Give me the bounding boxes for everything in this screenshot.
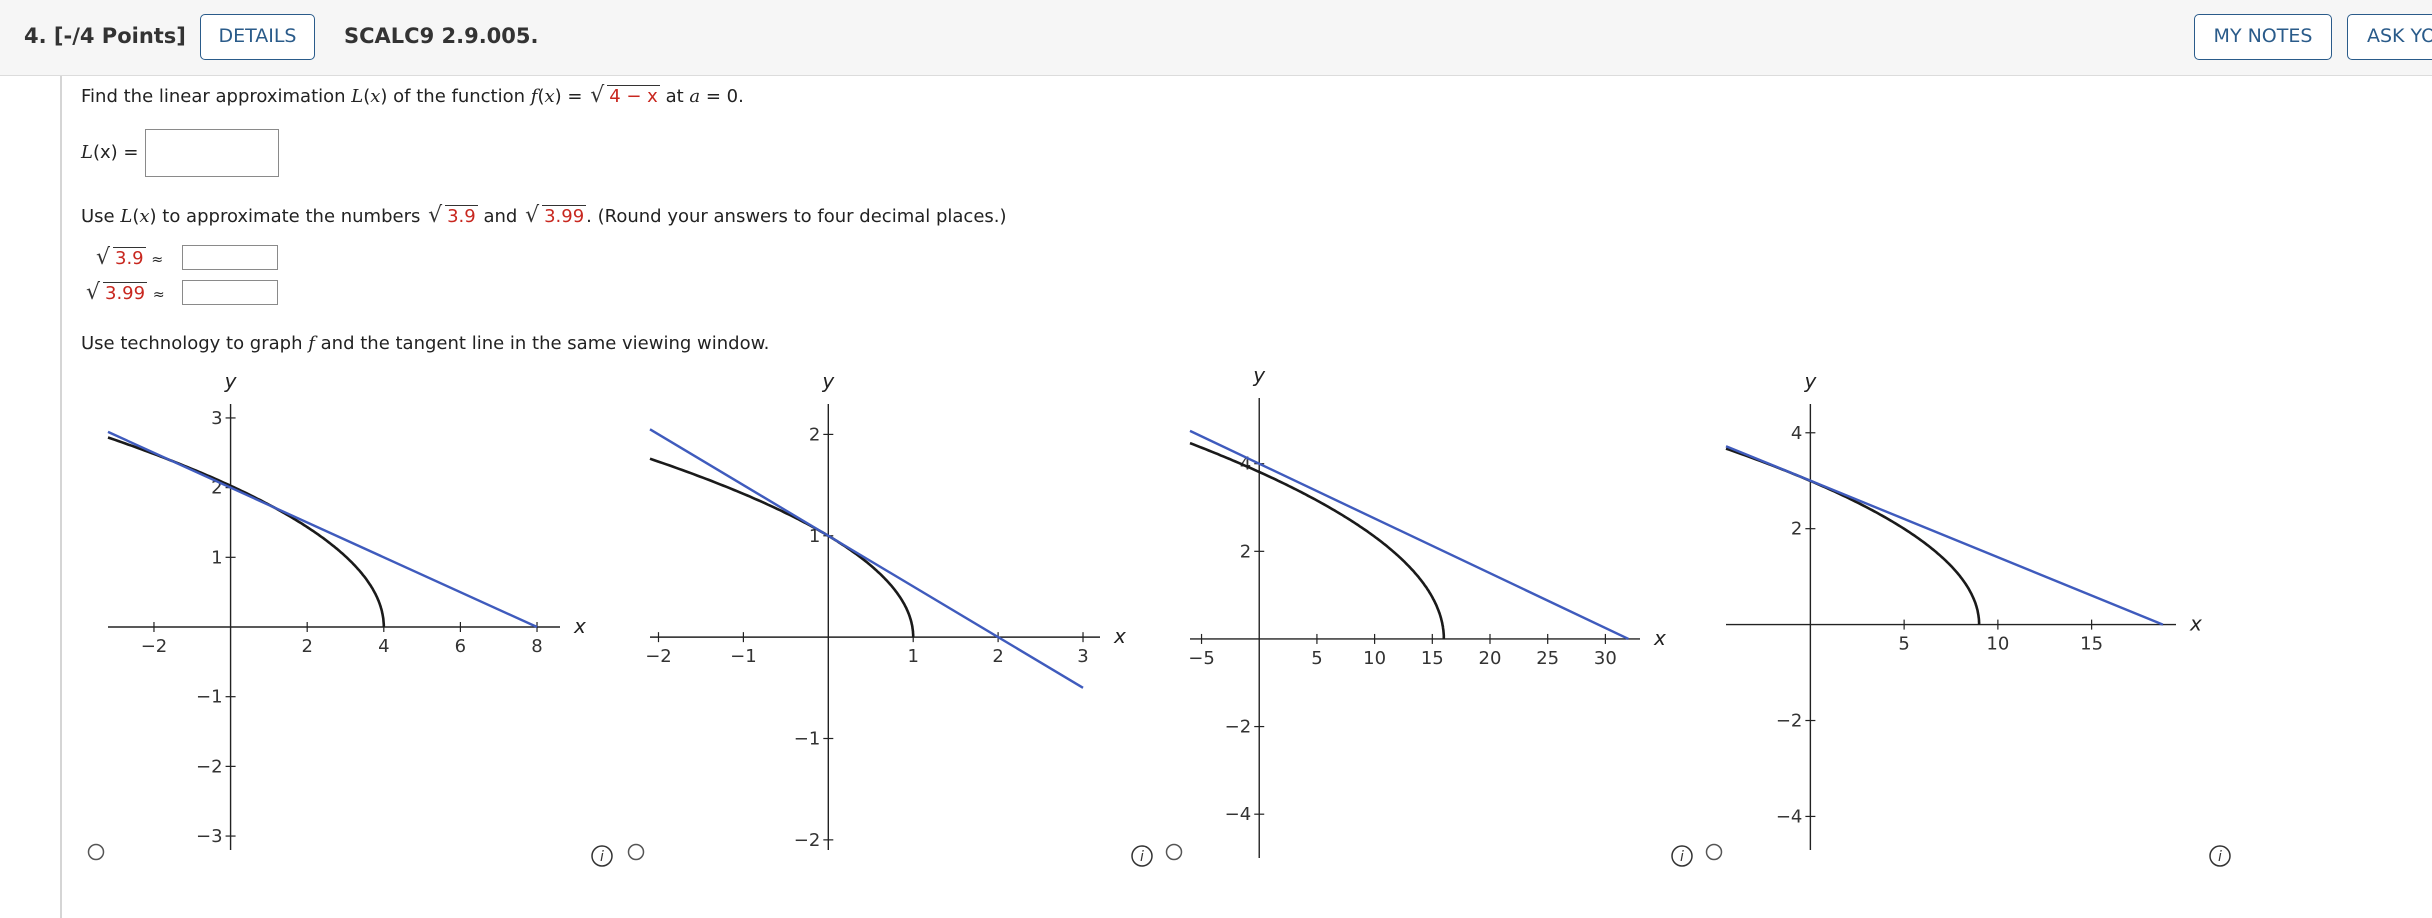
approx-row-1-label: √ 3.9 ≈: [96, 245, 164, 270]
graph-options: −2 2 4 6 8 −3 −2 −1 1 2 3 x y i −2 −1 1 2 3 −2 −1 1 2 x y i −5 5 10 1…: [87, 363, 2231, 867]
y-tick-label: 4: [1791, 423, 1802, 444]
approx-row-2-label: √ 3.99 ≈: [86, 280, 165, 305]
graph-panel-2: −2 −1 1 2 3 −2 −1 1 2 x y i: [627, 369, 1153, 867]
y-axis-label: y: [1252, 363, 1266, 387]
details-button[interactable]: DETAILS: [200, 14, 315, 60]
question-header: 4. [-/4 Points] DETAILS SCALC9 2.9.005. …: [0, 0, 2432, 76]
lx-label: L(x) =: [81, 142, 139, 163]
y-tick-label: −1: [196, 687, 223, 708]
y-tick-label: 4: [1240, 454, 1251, 475]
x-tick-label: 30: [1594, 648, 1617, 669]
sqrt-3-99-answer-input[interactable]: [182, 280, 278, 305]
x-tick-label: 6: [455, 636, 466, 657]
tangent-line: [1189, 429, 1629, 641]
problem-code: SCALC9 2.9.005.: [344, 24, 539, 48]
my-notes-button[interactable]: MY NOTES: [2194, 14, 2332, 60]
x-tick-label: 10: [1363, 648, 1386, 669]
y-tick-label: −1: [794, 729, 821, 750]
y-axis-label: y: [821, 369, 835, 393]
graph-panel-1: −2 2 4 6 8 −3 −2 −1 1 2 3 x y i: [87, 369, 613, 867]
y-tick-label: 1: [211, 547, 222, 568]
x-tick-label: −2: [645, 646, 672, 667]
x-tick-label: 20: [1479, 648, 1502, 669]
y-tick-label: −2: [1776, 711, 1803, 732]
approximate-instruction: Use L(x) to approximate the numbers √ 3.9…: [81, 203, 1007, 228]
x-axis-label: x: [573, 614, 586, 638]
graph-panel-3: −5 5 10 15 20 25 30 −4 −2 2 4 x y i: [1165, 363, 1693, 867]
svg-text:i: i: [1680, 849, 1684, 865]
x-tick-label: 1: [907, 646, 918, 667]
x-axis-label: x: [1113, 624, 1126, 648]
content-rail: [60, 76, 62, 918]
function-curve: [649, 457, 915, 638]
y-axis-label: y: [1803, 369, 1817, 393]
x-tick-label: 15: [2080, 634, 2103, 655]
y-tick-label: −3: [196, 826, 223, 847]
info-icon[interactable]: i: [1131, 845, 1153, 867]
x-tick-label: 25: [1536, 648, 1559, 669]
function-curve: [107, 436, 386, 627]
x-tick-label: 5: [1311, 648, 1322, 669]
question-number: 4. [-/4 Points]: [24, 24, 186, 48]
x-tick-label: 2: [992, 646, 1003, 667]
function-curve: [1725, 447, 1981, 625]
graph-panel-4: 5 10 15 −4 −2 2 4 x y i: [1705, 369, 2231, 867]
radio-icon[interactable]: [1165, 843, 1183, 861]
tangent-line: [1725, 445, 2164, 626]
x-tick-label: −1: [730, 646, 757, 667]
ask-your-teacher-button[interactable]: ASK YO: [2347, 14, 2432, 60]
x-tick-label: 8: [531, 636, 542, 657]
y-tick-label: 2: [1240, 541, 1251, 562]
x-tick-label: 15: [1421, 648, 1444, 669]
y-tick-label: 2: [211, 478, 222, 499]
x-tick-label: 5: [1898, 634, 1909, 655]
y-tick-label: −4: [1776, 806, 1803, 827]
x-tick-label: 2: [301, 636, 312, 657]
x-tick-label: −5: [1188, 648, 1215, 669]
y-tick-label: 1: [809, 526, 820, 547]
radio-icon[interactable]: [87, 843, 105, 861]
y-tick-label: 2: [1791, 519, 1802, 540]
y-tick-label: 3: [211, 408, 222, 429]
x-axis-label: x: [1653, 626, 1666, 650]
sqrt-expression: √ 4 − x: [590, 83, 660, 108]
info-icon[interactable]: i: [2209, 845, 2231, 867]
function-curve: [1189, 441, 1446, 639]
svg-text:i: i: [600, 849, 604, 865]
y-tick-label: −2: [794, 830, 821, 851]
tangent-line: [107, 430, 538, 629]
lx-answer-input[interactable]: [145, 129, 279, 177]
x-tick-label: 10: [1986, 634, 2009, 655]
svg-text:i: i: [2218, 849, 2222, 865]
info-icon[interactable]: i: [1671, 845, 1693, 867]
x-tick-label: −2: [141, 636, 168, 657]
sqrt-3-9: √ 3.9: [428, 203, 478, 228]
x-tick-label: 3: [1077, 646, 1088, 667]
tangent-line: [649, 428, 1084, 689]
radio-icon[interactable]: [1705, 843, 1723, 861]
y-tick-label: −2: [196, 756, 223, 777]
info-icon[interactable]: i: [591, 845, 613, 867]
sqrt-3-99: √ 3.99: [525, 203, 587, 228]
sqrt-3-9-answer-input[interactable]: [182, 245, 278, 270]
svg-text:i: i: [1140, 849, 1144, 865]
y-axis-label: y: [224, 369, 238, 393]
y-tick-label: −4: [1225, 804, 1252, 825]
y-tick-label: 2: [809, 424, 820, 445]
x-tick-label: 4: [378, 636, 389, 657]
y-tick-label: −2: [1225, 717, 1252, 738]
technology-instruction: Use technology to graph f and the tangen…: [81, 333, 770, 354]
find-instruction: Find the linear approximation L(x) of th…: [81, 83, 744, 108]
radio-icon[interactable]: [627, 843, 645, 861]
x-axis-label: x: [2189, 612, 2202, 636]
